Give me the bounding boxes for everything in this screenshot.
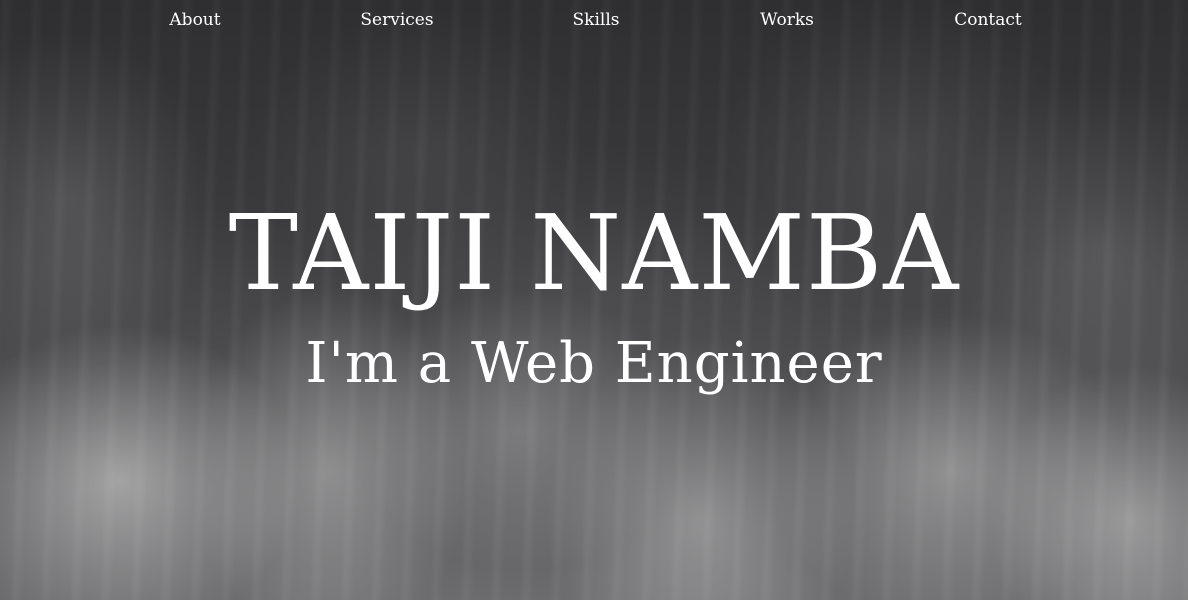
hero-title: TAIJI NAMBA bbox=[228, 192, 960, 314]
hero-subtitle: I'm a Web Engineer bbox=[305, 331, 883, 396]
top-navigation: About Services Skills Works Contact bbox=[0, 0, 1188, 40]
nav-link-contact[interactable]: Contact bbox=[954, 9, 1022, 31]
hero-background: About Services Skills Works Contact TAIJ… bbox=[0, 0, 1188, 600]
nav-link-works[interactable]: Works bbox=[760, 9, 814, 31]
nav-link-services[interactable]: Services bbox=[360, 9, 433, 31]
nav-link-about[interactable]: About bbox=[169, 9, 220, 31]
nav-link-skills[interactable]: Skills bbox=[573, 9, 620, 31]
